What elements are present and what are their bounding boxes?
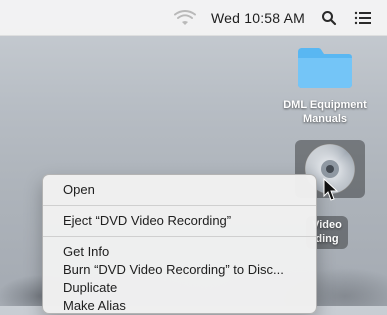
folder-label: DML Equipment Manuals xyxy=(283,99,367,125)
menu-separator xyxy=(43,236,316,237)
menu-item-make-alias[interactable]: Make Alias xyxy=(43,297,316,315)
menu-separator xyxy=(43,205,316,206)
menu-item-open[interactable]: Open xyxy=(43,181,316,199)
search-icon[interactable] xyxy=(319,8,339,28)
menu-item-duplicate[interactable]: Duplicate xyxy=(43,279,316,297)
list-icon[interactable] xyxy=(353,8,373,28)
menu-bar-clock[interactable]: Wed 10:58 AM xyxy=(211,10,305,26)
folder-icon xyxy=(294,42,356,90)
menu-item-get-info[interactable]: Get Info xyxy=(43,243,316,261)
arrow-cursor-icon xyxy=(322,177,340,207)
menu-item-eject[interactable]: Eject “DVD Video Recording” xyxy=(43,212,316,230)
wifi-icon[interactable] xyxy=(173,9,197,27)
context-menu: Open Eject “DVD Video Recording” Get Inf… xyxy=(42,174,317,314)
menu-item-burn[interactable]: Burn “DVD Video Recording” to Disc... xyxy=(43,261,316,279)
menu-bar: Wed 10:58 AM xyxy=(0,0,387,36)
desktop-folder-dml-equipment-manuals[interactable]: DML Equipment Manuals xyxy=(270,42,380,126)
